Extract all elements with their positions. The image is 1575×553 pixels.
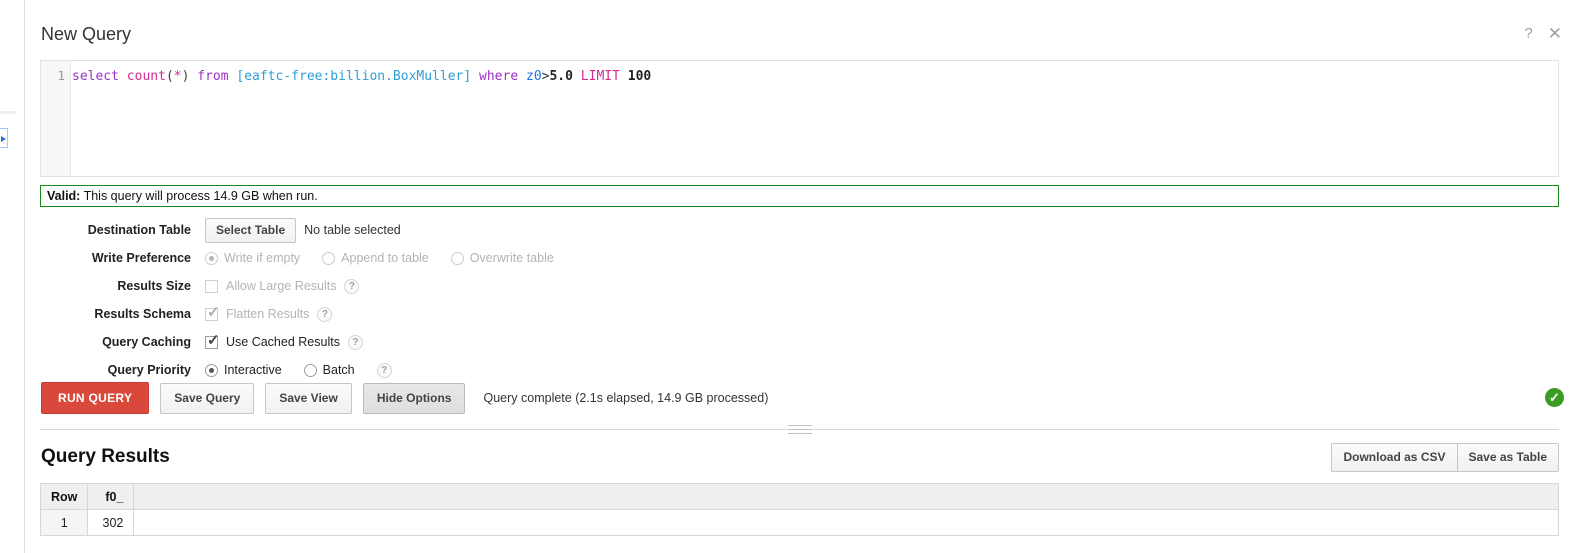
radio-append-to-table[interactable]: Append to table (322, 251, 429, 265)
radio-icon[interactable] (322, 251, 336, 265)
cell-filler (133, 509, 1559, 536)
option-row-query-caching: Query Caching ✓ Use Cached Results ? (25, 328, 1575, 356)
radio-icon[interactable] (303, 363, 317, 377)
write-preference-label: Write Preference (91, 251, 191, 265)
query-status-text: Query complete (2.1s elapsed, 14.9 GB pr… (483, 391, 769, 405)
query-text[interactable]: select count(*) from [eaftc-free:billion… (72, 68, 1554, 85)
radio-label: Interactive (224, 363, 282, 377)
table-row: 1 302 (39, 509, 1559, 536)
download-csv-button[interactable]: Download as CSV (1331, 443, 1458, 472)
results-button-group: Download as CSV Save as Table (1331, 443, 1559, 472)
radio-overwrite-table[interactable]: Overwrite table (450, 251, 554, 265)
use-cached-results-checkbox[interactable]: ✓ (205, 331, 220, 349)
token-count: count (126, 69, 166, 84)
line-number: 1 (57, 68, 65, 83)
results-title: Query Results (41, 446, 170, 467)
radio-label: Overwrite table (469, 251, 554, 265)
token-limit-value: 100 (627, 69, 652, 84)
radio-label: Append to table (341, 251, 429, 265)
close-icon[interactable]: ✕ (1548, 25, 1562, 42)
page-title: New Query (41, 24, 132, 44)
radio-label: Write if empty (224, 251, 301, 265)
option-row-destination-table: Destination Table Select Table No table … (25, 216, 1575, 244)
radio-icon[interactable] (205, 251, 218, 265)
validation-label: Valid: (47, 189, 81, 203)
radio-icon[interactable] (450, 251, 464, 265)
query-caching-help-icon[interactable]: ? (347, 334, 363, 350)
save-query-button[interactable]: Save Query (160, 382, 255, 414)
allow-large-results-checkbox[interactable] (205, 279, 218, 293)
destination-table-status: No table selected (304, 223, 401, 237)
radio-write-if-empty[interactable]: Write if empty (205, 251, 300, 265)
query-priority-label: Query Priority (107, 363, 191, 377)
checkmark-icon: ✓ (207, 303, 220, 321)
save-as-table-button[interactable]: Save as Table (1457, 443, 1559, 472)
token-limit: LIMIT (580, 69, 620, 84)
run-query-button[interactable]: RUN QUERY (41, 382, 150, 414)
results-table: Row f0_ 1 302 (39, 483, 1559, 536)
token-star: * (173, 69, 182, 84)
left-rail (0, 0, 25, 553)
results-schema-help-icon[interactable]: ? (317, 306, 333, 322)
hide-options-button[interactable]: Hide Options (362, 382, 466, 414)
action-bar: RUN QUERY Save Query Save View Hide Opti… (25, 382, 1575, 414)
option-row-results-schema: Results Schema ✓ Flatten Results ? (25, 300, 1575, 328)
token-where: where (479, 69, 519, 84)
option-row-query-priority: Query Priority Interactive Batch ? (25, 356, 1575, 384)
success-check-icon: ✓ (1545, 388, 1564, 407)
validation-bar: Valid: This query will process 14.9 GB w… (40, 185, 1559, 207)
radio-icon[interactable] (205, 363, 218, 377)
radio-label: Batch (322, 363, 355, 377)
query-priority-help-icon[interactable]: ? (376, 362, 392, 378)
query-options: Destination Table Select Table No table … (25, 216, 1575, 384)
use-cached-results-label: Use Cached Results (226, 335, 340, 349)
column-header-filler (133, 483, 1559, 510)
token-table-reference: [eaftc-free:billion.BoxMuller] (236, 69, 472, 84)
flatten-results-label: Flatten Results (226, 307, 310, 321)
validation-message: This query will process 14.9 GB when run… (80, 189, 318, 203)
option-row-write-preference: Write Preference Write if empty Append t… (25, 244, 1575, 272)
allow-large-results-label: Allow Large Results (226, 279, 337, 293)
radio-batch[interactable]: Batch (303, 363, 355, 377)
rail-stub (0, 111, 16, 114)
new-query-panel: New Query ? ✕ 1 select count(*) from [ea… (25, 0, 1575, 553)
save-view-button[interactable]: Save View (265, 382, 352, 414)
cell-row-number: 1 (39, 509, 89, 536)
query-caching-label: Query Caching (102, 335, 191, 349)
token-value: 5.0 (549, 69, 573, 84)
chevron-right-icon (1, 136, 6, 142)
query-editor[interactable]: 1 select count(*) from [eaftc-free:billi… (40, 60, 1559, 177)
results-size-help-icon[interactable]: ? (344, 278, 360, 294)
header-icon-group: ? ✕ (1524, 25, 1562, 42)
cell-f0-value: 302 (87, 509, 135, 536)
column-header-row[interactable]: Row (39, 483, 89, 510)
table-header-row: Row f0_ (39, 483, 1559, 510)
option-row-results-size: Results Size Allow Large Results ? (25, 272, 1575, 300)
token-column: z0 (526, 69, 542, 84)
results-size-label: Results Size (117, 279, 191, 293)
radio-interactive[interactable]: Interactive (205, 363, 282, 377)
panel-splitter[interactable] (40, 425, 1559, 434)
help-icon[interactable]: ? (1524, 26, 1532, 41)
column-header-f0[interactable]: f0_ (87, 483, 135, 510)
panel-header: New Query ? ✕ (25, 0, 1575, 52)
editor-gutter: 1 (41, 61, 71, 176)
sidebar-expand-toggle[interactable] (0, 128, 8, 148)
checkmark-icon: ✓ (207, 331, 220, 349)
token-paren-open: ( (165, 69, 174, 84)
flatten-results-checkbox[interactable]: ✓ (205, 303, 220, 321)
token-select: select (72, 69, 119, 84)
results-schema-label: Results Schema (94, 307, 191, 321)
token-from: from (197, 69, 229, 84)
select-table-button[interactable]: Select Table (205, 217, 297, 243)
results-header: Query Results Download as CSV Save as Ta… (25, 442, 1575, 476)
splitter-grip-icon[interactable] (787, 425, 812, 434)
destination-table-label: Destination Table (87, 223, 191, 237)
